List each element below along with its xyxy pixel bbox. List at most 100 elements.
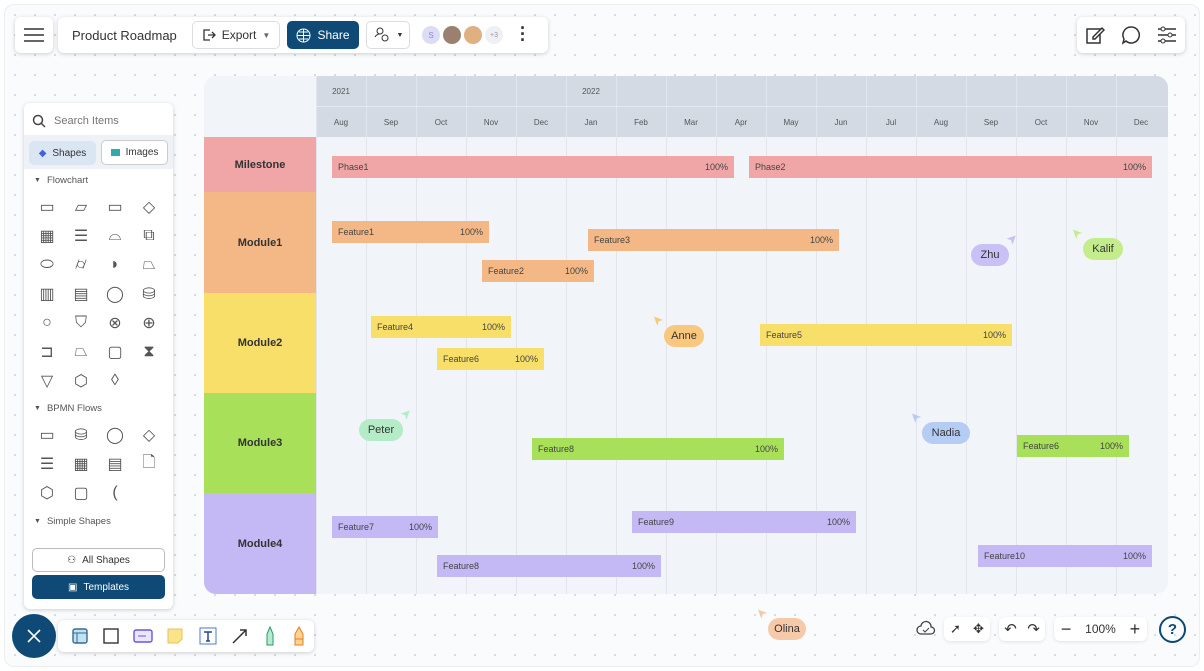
export-icon: [203, 29, 216, 41]
month-label: Sep: [983, 118, 999, 127]
search-input[interactable]: [54, 115, 154, 127]
task-bar[interactable]: Feature8 100%: [532, 438, 784, 460]
flowchart-shape-icon[interactable]: ▢: [98, 338, 132, 366]
task-bar[interactable]: Feature2 100%: [482, 260, 594, 282]
collaborators-button[interactable]: ▼: [366, 21, 410, 49]
close-button[interactable]: [12, 614, 56, 658]
flowchart-shape-icon[interactable]: ⬭: [30, 251, 64, 279]
task-bar[interactable]: Feature8 100%: [437, 555, 661, 577]
redo-icon[interactable]: ↷: [1027, 620, 1040, 638]
zoom-level[interactable]: 100%: [1085, 622, 1116, 636]
task-bar[interactable]: Feature6 100%: [1017, 435, 1129, 457]
bpmn-shape-icon[interactable]: ▭: [30, 421, 64, 449]
task-bar[interactable]: Feature10 100%: [978, 545, 1152, 567]
task-bar[interactable]: Phase2 100%: [749, 156, 1152, 178]
row-label-module4[interactable]: Module4: [204, 493, 316, 594]
zoom-out-icon[interactable]: −: [1061, 619, 1072, 640]
task-bar[interactable]: Feature7 100%: [332, 516, 438, 538]
flowchart-shape-icon[interactable]: ▭: [30, 193, 64, 221]
flowchart-shape-icon[interactable]: ⊐: [30, 338, 64, 366]
edit-icon[interactable]: [1085, 25, 1105, 45]
flowchart-shape-icon[interactable]: ⊗: [98, 309, 132, 337]
section-bpmn[interactable]: ▼ BPMN Flows: [24, 398, 102, 418]
help-button[interactable]: ?: [1159, 616, 1186, 643]
flowchart-shape-icon[interactable]: ⏢: [64, 338, 98, 366]
bpmn-shape-icon[interactable]: ◇: [132, 421, 166, 449]
comment-icon[interactable]: [1121, 25, 1141, 45]
arrow-icon[interactable]: [231, 627, 249, 645]
rectangle-icon[interactable]: [102, 627, 120, 645]
flowchart-shape-icon[interactable]: ☰: [64, 222, 98, 250]
bpmn-shape-icon[interactable]: ☰: [30, 450, 64, 478]
flowchart-shape-icon[interactable]: ⧗: [132, 338, 166, 366]
flowchart-shape-icon[interactable]: ⧉: [132, 222, 166, 250]
task-bar[interactable]: Feature3 100%: [588, 229, 839, 251]
pan-icon[interactable]: ✥: [973, 621, 984, 637]
flowchart-shape-icon[interactable]: ▱: [64, 193, 98, 221]
bpmn-shape-icon[interactable]: ▢: [64, 479, 98, 507]
zoom-in-icon[interactable]: +: [1130, 619, 1141, 640]
flowchart-shape-icon[interactable]: ▥: [30, 280, 64, 308]
sticky-note-icon[interactable]: [166, 627, 184, 645]
section-flowchart[interactable]: ▼ Flowchart: [24, 170, 88, 190]
bpmn-shape-icon[interactable]: ⬡: [30, 479, 64, 507]
container-icon[interactable]: [71, 627, 89, 645]
flowchart-shape-icon[interactable]: ⌭: [64, 251, 98, 279]
undo-icon[interactable]: ↶: [1004, 620, 1017, 638]
task-bar[interactable]: Feature5 100%: [760, 324, 1012, 346]
bpmn-shape-icon[interactable]: ⛁: [64, 421, 98, 449]
task-bar[interactable]: Feature6 100%: [437, 348, 544, 370]
flowchart-shape-icon[interactable]: ▤: [64, 280, 98, 308]
row-label-milestone[interactable]: Milestone: [204, 137, 316, 192]
settings-sliders-icon[interactable]: [1157, 25, 1177, 45]
bpmn-shape-icon[interactable]: ▤: [98, 450, 132, 478]
avatar[interactable]: [443, 26, 461, 44]
section-simple-shapes[interactable]: ▼ Simple Shapes: [24, 511, 111, 531]
flowchart-shape-icon[interactable]: ⬡: [64, 367, 98, 395]
bpmn-shape-icon[interactable]: ◯: [98, 421, 132, 449]
flowchart-shape-icon[interactable]: ◊: [98, 367, 132, 395]
share-button[interactable]: Share: [287, 21, 359, 49]
tab-shapes[interactable]: ◆ Shapes: [29, 141, 96, 165]
flowchart-shape-icon[interactable]: ▦: [30, 222, 64, 250]
avatar[interactable]: [464, 26, 482, 44]
flowchart-shape-icon[interactable]: ⛉: [64, 309, 98, 337]
row-label-module2[interactable]: Module2: [204, 293, 316, 393]
avatar[interactable]: S: [422, 26, 440, 44]
flowchart-shape-icon[interactable]: ▽: [30, 367, 64, 395]
templates-button[interactable]: ▣ Templates: [32, 575, 165, 599]
task-bar[interactable]: Feature1 100%: [332, 221, 489, 243]
row-label-module3[interactable]: Module3: [204, 393, 316, 493]
text-icon[interactable]: [198, 626, 218, 646]
menu-button[interactable]: [15, 17, 53, 53]
flowchart-shape-icon[interactable]: ⏢: [132, 251, 166, 279]
task-bar[interactable]: Feature4 100%: [371, 316, 511, 338]
flowchart-shape-icon[interactable]: ⊕: [132, 309, 166, 337]
more-avatars[interactable]: +3: [485, 26, 503, 44]
document-title[interactable]: Product Roadmap: [72, 28, 177, 43]
flowchart-shape-icon[interactable]: ▭: [98, 193, 132, 221]
flowchart-shape-icon[interactable]: ○: [30, 309, 64, 337]
flowchart-shape-icon[interactable]: ⛁: [132, 280, 166, 308]
flowchart-shape-icon[interactable]: ◗: [98, 251, 132, 279]
cloud-saved-icon[interactable]: [916, 620, 936, 638]
tab-images[interactable]: Images: [101, 140, 168, 165]
bpmn-shape-icon[interactable]: (: [98, 479, 132, 507]
highlighter-icon[interactable]: [291, 626, 307, 646]
more-options-icon[interactable]: · · ·: [520, 19, 526, 49]
task-bar[interactable]: Phase1 100%: [332, 156, 734, 178]
flowchart-shape-icon[interactable]: ◯: [98, 280, 132, 308]
flowchart-shape-icon[interactable]: ◇: [132, 193, 166, 221]
export-button[interactable]: Export ▼: [192, 21, 280, 49]
task-bar[interactable]: Feature9 100%: [632, 511, 856, 533]
bpmn-shape-icon[interactable]: ▦: [64, 450, 98, 478]
pointer-icon[interactable]: ➚: [950, 621, 961, 637]
card-icon[interactable]: [133, 627, 153, 645]
row-label-module1[interactable]: Module1: [204, 192, 316, 293]
pen-icon[interactable]: [262, 626, 278, 646]
task-progress: 100%: [481, 322, 505, 332]
bpmn-shape-icon[interactable]: 🗋: [132, 450, 166, 478]
flowchart-shape-icon[interactable]: ⌓: [98, 222, 132, 250]
all-shapes-button[interactable]: ⚇ All Shapes: [32, 548, 165, 572]
search-bar[interactable]: [32, 111, 164, 131]
